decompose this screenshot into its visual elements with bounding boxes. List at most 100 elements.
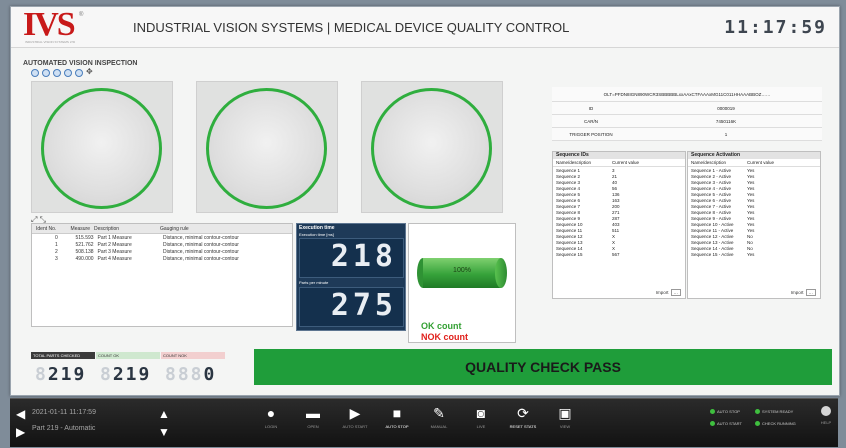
- table-row[interactable]: Sequence 12 - Active No: [688, 233, 820, 239]
- table-row[interactable]: Sequence 2 - Active Yes: [688, 173, 820, 179]
- table-row[interactable]: Sequence 1 3: [553, 167, 685, 173]
- login-button[interactable]: ● LOGIN: [248, 405, 294, 429]
- import-button[interactable]: …: [805, 289, 816, 296]
- table-row[interactable]: Sequence 8 271: [553, 209, 685, 215]
- table-row[interactable]: Sequence 6 163: [553, 197, 685, 203]
- import-control: Import…: [791, 289, 816, 296]
- table-row[interactable]: Sequence 14 - Active No: [688, 245, 820, 251]
- table-row[interactable]: Sequence 2 21: [553, 173, 685, 179]
- pan-icon[interactable]: ✥: [86, 68, 93, 77]
- table-row[interactable]: Sequence 1 - Active Yes: [688, 167, 820, 173]
- cell: Sequence 1: [556, 167, 581, 173]
- ppm-label: Parts per minute: [299, 280, 329, 285]
- camera-view-1[interactable]: [31, 81, 173, 213]
- scroll-left-icon[interactable]: ▶: [16, 425, 25, 439]
- status-dot: [710, 409, 715, 415]
- table-row[interactable]: Sequence 15 567: [553, 251, 685, 257]
- cell: Yes: [747, 227, 755, 233]
- table-header: Name/description Current value: [553, 159, 685, 167]
- manual-button[interactable]: ✎ MANUAL: [416, 405, 462, 429]
- auto-start-button[interactable]: ▶ AUTO START: [332, 405, 378, 429]
- zoom-in-icon[interactable]: [31, 69, 39, 77]
- table-row[interactable]: Sequence 14 X: [553, 245, 685, 251]
- cell: Yes: [747, 215, 755, 221]
- table-row[interactable]: Sequence 4 56: [553, 185, 685, 191]
- table-row[interactable]: Sequence 7 200: [553, 203, 685, 209]
- view-button[interactable]: ▣ VIEW: [542, 405, 588, 429]
- zoom-out-icon[interactable]: [42, 69, 50, 77]
- status-panel: 100% OK count NOK count: [408, 223, 516, 343]
- digit-ghost: 8: [35, 364, 48, 385]
- part-code: OLT=PFDN8IGN890WCR3SBBBBBLxxAAxCTFAAAxMG…: [552, 87, 822, 102]
- table-row[interactable]: Sequence 9 - Active Yes: [688, 215, 820, 221]
- col-header: Name/description: [556, 160, 592, 165]
- table-row[interactable]: Sequence 11 - Active Yes: [688, 227, 820, 233]
- count-nok-value: 8880: [165, 364, 216, 385]
- cell: 200: [612, 203, 620, 209]
- cell: Part 3 Measure: [97, 248, 132, 255]
- table-row[interactable]: Sequence 12 X: [553, 233, 685, 239]
- table-row[interactable]: 1 521.762 Part 2 Measure Distance, minim…: [32, 241, 292, 248]
- camera-view-2[interactable]: [196, 81, 338, 213]
- clock-display: 11:17:59: [724, 17, 827, 38]
- info-key: TRIGGER POSITION: [569, 131, 613, 137]
- table-row[interactable]: Sequence 3 - Active Yes: [688, 179, 820, 185]
- cell: No: [747, 239, 753, 245]
- cell: Sequence 14: [556, 245, 583, 251]
- import-button[interactable]: …: [670, 289, 681, 296]
- cell: Sequence 3: [556, 179, 581, 185]
- wrench-icon: ✎: [433, 405, 445, 421]
- open-button[interactable]: ▬ OPEN: [290, 405, 336, 429]
- info-value: 1: [724, 131, 728, 137]
- cell: Sequence 8: [556, 209, 581, 215]
- sequence-activation-panel: Sequence Activation Name/description Cur…: [687, 151, 821, 299]
- table-row[interactable]: 3 490.000 Part 4 Measure Distance, minim…: [32, 255, 292, 262]
- table-row[interactable]: Sequence 10 - Active Yes: [688, 221, 820, 227]
- section-title: AUTOMATED VISION INSPECTION: [23, 60, 138, 67]
- table-row[interactable]: Sequence 13 X: [553, 239, 685, 245]
- cell: Part 4 Measure: [97, 255, 132, 262]
- table-row[interactable]: Sequence 9 287: [553, 215, 685, 221]
- check-running-status-text: CHECK RUNNING: [762, 421, 796, 426]
- table-row[interactable]: Sequence 15 - Active Yes: [688, 251, 820, 257]
- table-row[interactable]: Sequence 4 - Active Yes: [688, 185, 820, 191]
- cell: Sequence 4 - Active: [691, 185, 732, 191]
- cell: 567: [612, 251, 620, 257]
- live-button[interactable]: ◙ LIVE: [458, 405, 504, 429]
- table-header: Name/description Current value: [688, 159, 820, 167]
- cell: Sequence 7 - Active: [691, 203, 732, 209]
- cell: 56: [612, 185, 618, 191]
- help-button[interactable]: HELP: [818, 406, 834, 425]
- scroll-left-icon[interactable]: ◀: [16, 407, 25, 421]
- table-row[interactable]: Sequence 5 - Active Yes: [688, 191, 820, 197]
- table-row[interactable]: Sequence 10 403: [553, 221, 685, 227]
- col-header: Name/description: [691, 160, 727, 165]
- table-row[interactable]: Sequence 13 - Active No: [688, 239, 820, 245]
- table-row[interactable]: Sequence 6 - Active Yes: [688, 197, 820, 203]
- table-row[interactable]: Sequence 11 511: [553, 227, 685, 233]
- table-row[interactable]: Sequence 8 - Active Yes: [688, 209, 820, 215]
- auto-stop-button[interactable]: ■ AUTO STOP: [374, 405, 420, 429]
- refresh-icon[interactable]: [75, 69, 83, 77]
- table-row[interactable]: Sequence 5 136: [553, 191, 685, 197]
- cell: Sequence 14 - Active: [691, 245, 734, 251]
- reset-stats-button[interactable]: ⟳ RESET STATS: [500, 405, 546, 429]
- cell: 3: [612, 167, 615, 173]
- scroll-down-icon[interactable]: ▼: [158, 425, 170, 439]
- cell: Sequence 7: [556, 203, 581, 209]
- zoom-fit-icon[interactable]: [53, 69, 61, 77]
- col-header: Current value: [612, 160, 640, 165]
- table-row[interactable]: 2 508.138 Part 3 Measure Distance, minim…: [32, 248, 292, 255]
- cell: Distance, minimal contour-contour: [163, 234, 239, 241]
- cell: 271: [612, 209, 620, 215]
- zoom-reset-icon[interactable]: [64, 69, 72, 77]
- user-icon: ●: [266, 405, 276, 421]
- table-row[interactable]: Sequence 3 40: [553, 179, 685, 185]
- table-row[interactable]: Sequence 7 - Active Yes: [688, 203, 820, 209]
- cell: Sequence 3 - Active: [691, 179, 732, 185]
- camera-view-3[interactable]: [361, 81, 503, 213]
- scroll-up-icon[interactable]: ▲: [158, 407, 170, 421]
- sequence-activation-rows: Sequence 1 - Active Yes Sequence 2 - Activ…: [688, 167, 820, 257]
- table-row[interactable]: 0 515.593 Part 1 Measure Distance, minim…: [32, 234, 292, 241]
- status-dot: [710, 421, 715, 427]
